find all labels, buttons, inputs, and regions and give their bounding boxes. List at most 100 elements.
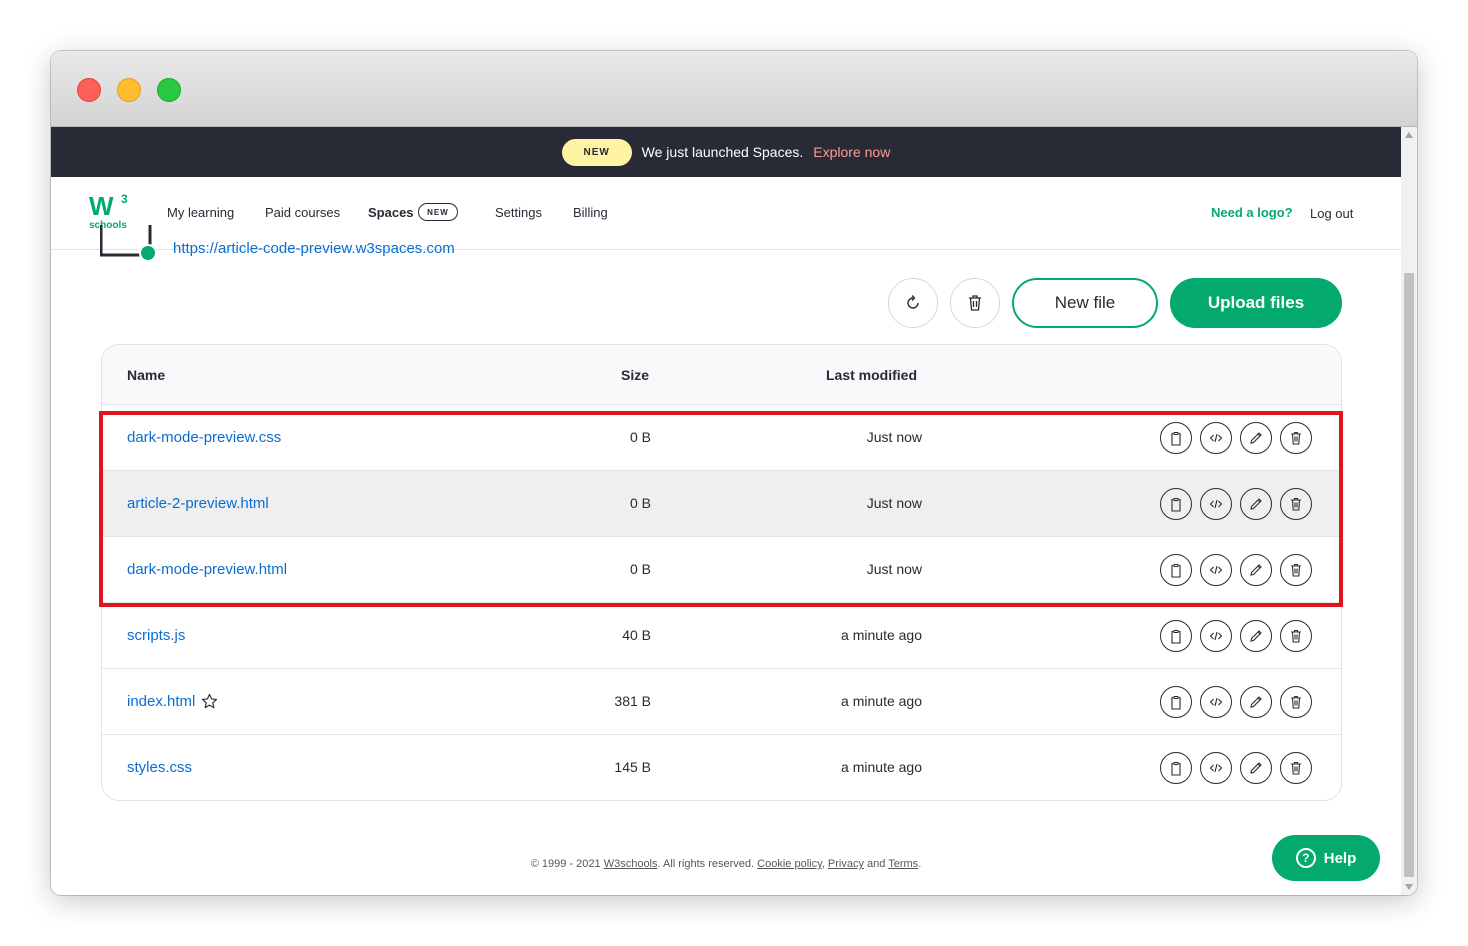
privacy-link[interactable]: Privacy: [828, 858, 864, 870]
copy-button[interactable]: [1160, 686, 1192, 718]
clipboard-icon: [1171, 497, 1181, 512]
copy-button[interactable]: [1160, 422, 1192, 454]
copy-button[interactable]: [1160, 554, 1192, 586]
new-file-button[interactable]: New file: [1012, 278, 1158, 328]
rights-text: . All rights reserved.: [657, 858, 755, 870]
pencil-icon: [1250, 564, 1262, 576]
edit-button[interactable]: [1240, 488, 1272, 520]
edit-button[interactable]: [1240, 554, 1272, 586]
delete-file-button[interactable]: [1280, 620, 1312, 652]
nav-my-learning[interactable]: My learning: [167, 205, 234, 220]
table-row[interactable]: article-2-preview.html 0 B Just now: [102, 471, 1341, 537]
embed-code-button[interactable]: [1200, 422, 1232, 454]
nav-billing[interactable]: Billing: [573, 205, 608, 220]
footer-period: .: [918, 858, 922, 870]
file-name-link[interactable]: index.html: [127, 693, 218, 710]
table-row[interactable]: scripts.js 40 B a minute ago: [102, 603, 1341, 669]
copy-button[interactable]: [1160, 620, 1192, 652]
header-last-modified: Last modified: [826, 367, 918, 383]
embed-code-button[interactable]: [1200, 488, 1232, 520]
cookie-policy-link[interactable]: Cookie policy: [757, 858, 822, 870]
nav-spaces[interactable]: Spaces: [368, 205, 414, 220]
file-name-link[interactable]: article-2-preview.html: [127, 495, 269, 512]
delete-file-button[interactable]: [1280, 488, 1312, 520]
nav-settings[interactable]: Settings: [495, 205, 542, 220]
file-name-text[interactable]: dark-mode-preview.html: [127, 561, 287, 578]
file-name-text[interactable]: scripts.js: [127, 627, 185, 644]
embed-code-button[interactable]: [1200, 686, 1232, 718]
clipboard-icon: [1171, 563, 1181, 578]
terms-link[interactable]: Terms: [888, 858, 918, 870]
table-row[interactable]: index.html 381 B a minute ago: [102, 669, 1341, 735]
file-name-link[interactable]: dark-mode-preview.css: [127, 429, 281, 446]
delete-file-button[interactable]: [1280, 686, 1312, 718]
logout-link[interactable]: Log out: [1310, 206, 1353, 221]
new-badge: NEW: [561, 138, 632, 166]
delete-space-button[interactable]: [950, 278, 1000, 328]
file-name-text[interactable]: dark-mode-preview.css: [127, 429, 281, 446]
star-icon[interactable]: [201, 693, 218, 710]
code-icon: [1209, 631, 1223, 641]
space-url-link[interactable]: https://article-code-preview.w3spaces.co…: [173, 240, 455, 257]
embed-code-button[interactable]: [1200, 752, 1232, 784]
code-icon: [1209, 763, 1223, 773]
maximize-window-button[interactable]: [157, 78, 181, 102]
table-row[interactable]: dark-mode-preview.html 0 B Just now: [102, 537, 1341, 603]
refresh-button[interactable]: [888, 278, 938, 328]
nav-paid-courses[interactable]: Paid courses: [265, 205, 340, 220]
edit-button[interactable]: [1240, 422, 1272, 454]
minimize-window-button[interactable]: [117, 78, 141, 102]
pencil-icon: [1250, 762, 1262, 774]
table-row[interactable]: dark-mode-preview.css 0 B Just now: [102, 405, 1341, 471]
clipboard-icon: [1171, 695, 1181, 710]
scroll-down-arrow[interactable]: [1405, 884, 1413, 890]
pencil-icon: [1250, 498, 1262, 510]
clipboard-icon: [1171, 629, 1181, 644]
file-size: 381 B: [614, 693, 651, 709]
vertical-scrollbar[interactable]: [1401, 127, 1417, 895]
file-last-modified: Just now: [866, 429, 922, 445]
edit-button[interactable]: [1240, 620, 1272, 652]
trash-icon: [1291, 761, 1301, 775]
delete-file-button[interactable]: [1280, 752, 1312, 784]
logo-mark: W: [89, 191, 114, 221]
copy-button[interactable]: [1160, 488, 1192, 520]
trash-icon: [1291, 563, 1301, 577]
embed-code-button[interactable]: [1200, 620, 1232, 652]
code-icon: [1209, 433, 1223, 443]
copy-button[interactable]: [1160, 752, 1192, 784]
edit-button[interactable]: [1240, 752, 1272, 784]
scroll-up-arrow[interactable]: [1405, 132, 1413, 138]
upload-files-button[interactable]: Upload files: [1170, 278, 1342, 328]
file-name-text[interactable]: article-2-preview.html: [127, 495, 269, 512]
file-name-text[interactable]: index.html: [127, 693, 195, 710]
copyright-text: © 1999 - 2021: [530, 858, 601, 870]
code-icon: [1209, 565, 1223, 575]
file-name-link[interactable]: dark-mode-preview.html: [127, 561, 287, 578]
need-a-logo-link[interactable]: Need a logo?: [1211, 205, 1293, 220]
delete-file-button[interactable]: [1280, 554, 1312, 586]
delete-file-button[interactable]: [1280, 422, 1312, 454]
table-row[interactable]: styles.css 145 B a minute ago: [102, 735, 1341, 800]
embed-code-button[interactable]: [1200, 554, 1232, 586]
spaces-new-badge: NEW: [418, 203, 458, 221]
trash-icon: [969, 295, 981, 311]
page-footer: © 1999 - 2021 W3schools. All rights rese…: [530, 858, 922, 870]
file-name-link[interactable]: styles.css: [127, 759, 192, 776]
clipboard-icon: [1171, 761, 1181, 776]
refresh-icon: [907, 295, 919, 309]
and-text: and: [867, 858, 886, 870]
scrollbar-thumb[interactable]: [1404, 273, 1414, 877]
w3schools-link[interactable]: W3schools: [604, 858, 658, 870]
explore-now-link[interactable]: Explore now: [813, 144, 890, 160]
edit-button[interactable]: [1240, 686, 1272, 718]
file-last-modified: a minute ago: [841, 759, 922, 775]
page-viewport: NEW We just launched Spaces. Explore now…: [51, 127, 1401, 895]
trash-icon: [1291, 629, 1301, 643]
close-window-button[interactable]: [77, 78, 101, 102]
file-name-text[interactable]: styles.css: [127, 759, 192, 776]
window-titlebar: [51, 51, 1417, 127]
files-table: Name Size Last modified dark-mode-previe…: [101, 344, 1342, 801]
help-button[interactable]: ? Help: [1272, 835, 1380, 881]
file-name-link[interactable]: scripts.js: [127, 627, 185, 644]
